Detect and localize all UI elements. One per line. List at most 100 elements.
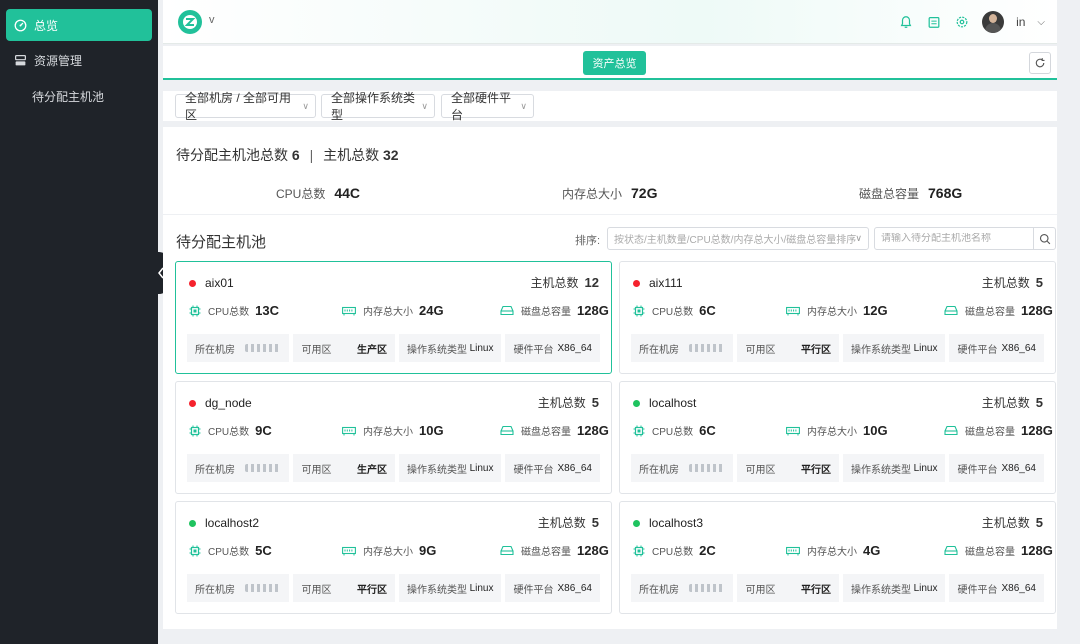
filter-room-zone[interactable]: 全部机房 / 全部可用区 ∨ xyxy=(175,91,316,122)
filter-os-type[interactable]: 全部操作系统类型 ∨ xyxy=(321,91,435,122)
dashboard-icon xyxy=(12,19,28,32)
host-total-label: 主机总数 xyxy=(537,516,586,530)
filter-hardware[interactable]: 全部硬件平台 ∨ xyxy=(441,91,534,122)
chevron-down-icon[interactable]: ⌵ xyxy=(1037,17,1045,28)
os-cell: 操作系统类型 Linux xyxy=(398,574,502,602)
zone-cell: 可用区 生产区 xyxy=(293,454,395,482)
room-value-redacted xyxy=(689,584,726,592)
search-input[interactable] xyxy=(881,233,1021,244)
room-cell: 所在机房 xyxy=(631,334,734,362)
memory-icon xyxy=(342,305,356,317)
host-count-label: 主机总数 xyxy=(323,147,380,163)
os-cell: 操作系统类型 Linux xyxy=(398,454,502,482)
pool-count-value: 6 xyxy=(291,147,300,163)
room-label: 所在机房 xyxy=(639,584,679,596)
host-pool-card[interactable]: dg_node 主机总数 5 CPU总数 9C 内存总大小 10G 磁盘总容量 … xyxy=(175,381,612,494)
sidebar-item-resources[interactable]: 资源管理 xyxy=(6,44,152,76)
room-cell: 所在机房 xyxy=(187,574,290,602)
zone-cell: 可用区 生产区 xyxy=(293,334,395,362)
host-count-value: 32 xyxy=(383,147,399,163)
zone-value: 生产区 xyxy=(356,344,387,356)
pool-title: 待分配主机池 xyxy=(176,234,267,251)
disk-value: 128G xyxy=(1021,303,1053,318)
room-cell: 所在机房 xyxy=(187,454,290,482)
hardware-label: 硬件平台 xyxy=(513,584,554,596)
pool-count-label: 待分配主机池总数 xyxy=(176,147,288,163)
disk-value: 128G xyxy=(1021,543,1053,558)
os-cell: 操作系统类型 Linux xyxy=(842,574,946,602)
zone-label: 可用区 xyxy=(745,584,776,596)
os-value: Linux xyxy=(469,342,494,354)
summary-memory: 内存总大小 72G xyxy=(562,185,657,202)
os-value: Linux xyxy=(913,342,938,354)
cpu-value: 6C xyxy=(699,303,716,318)
host-total: 主机总数 5 xyxy=(982,514,1043,531)
disk-label: 磁盘总容量 xyxy=(965,427,1015,438)
room-cell: 所在机房 xyxy=(631,454,734,482)
cpu-value: 9C xyxy=(255,423,272,438)
hardware-value: X86_64 xyxy=(1001,342,1036,354)
cpu-metric: CPU总数 5C xyxy=(189,543,272,558)
chevron-down-icon: ∨ xyxy=(855,233,862,243)
disk-label: 磁盘总容量 xyxy=(521,307,571,318)
pool-panel: 待分配主机池 排序: 按状态/主机数量/CPU总数/内存总大小/磁盘总容量排序 … xyxy=(163,215,1057,629)
os-value: Linux xyxy=(469,582,494,594)
status-dot xyxy=(189,400,196,407)
search-button[interactable] xyxy=(1033,228,1055,249)
sort-select[interactable]: 按状态/主机数量/CPU总数/内存总大小/磁盘总容量排序 ∨ xyxy=(607,227,869,250)
hardware-value: X86_64 xyxy=(557,582,592,594)
memory-metric: 内存总大小 24G xyxy=(342,303,444,318)
host-total-label: 主机总数 xyxy=(981,516,1030,530)
cpu-value: 13C xyxy=(255,303,279,318)
disk-metric: 磁盘总容量 128G xyxy=(944,303,1053,318)
chevron-down-icon: ∨ xyxy=(421,100,428,111)
cpu-metric: CPU总数 6C xyxy=(633,423,716,438)
memory-value: 10G xyxy=(419,423,444,438)
host-pool-card[interactable]: localhost3 主机总数 5 CPU总数 2C 内存总大小 4G 磁盘总容… xyxy=(619,501,1056,614)
user-name[interactable]: in xyxy=(1016,15,1025,29)
memory-value: 12G xyxy=(863,303,888,318)
room-cell: 所在机房 xyxy=(631,574,734,602)
zone-cell: 可用区 平行区 xyxy=(293,574,395,602)
host-attributes: 所在机房 可用区 生产区 操作系统类型 Linux 硬件平台 X86_64 xyxy=(187,334,600,362)
hardware-cell: 硬件平台 X86_64 xyxy=(949,334,1044,362)
avatar[interactable] xyxy=(982,11,1005,33)
os-label: 操作系统类型 xyxy=(850,344,911,356)
status-dot xyxy=(633,400,640,407)
memory-metric: 内存总大小 12G xyxy=(786,303,888,318)
disk-value: 128G xyxy=(577,543,609,558)
status-dot xyxy=(189,280,196,287)
disk-metric: 磁盘总容量 128G xyxy=(500,543,609,558)
sidebar-item-overview[interactable]: 总览 xyxy=(6,9,152,41)
cpu-metric: CPU总数 9C xyxy=(189,423,272,438)
host-pool-card[interactable]: localhost 主机总数 5 CPU总数 6C 内存总大小 10G 磁盘总容… xyxy=(619,381,1056,494)
cpu-label: CPU总数 xyxy=(208,547,250,558)
tab-asset-overview[interactable]: 资产总览 xyxy=(583,51,646,75)
disk-icon xyxy=(500,545,514,557)
refresh-button[interactable] xyxy=(1029,52,1051,74)
memory-label: 内存总大小 xyxy=(807,307,857,318)
os-value: Linux xyxy=(913,582,938,594)
zone-value: 平行区 xyxy=(800,464,831,476)
summary-title: 待分配主机池总数 6 | 主机总数 32 xyxy=(176,147,399,163)
host-pool-card[interactable]: localhost2 主机总数 5 CPU总数 5C 内存总大小 9G 磁盘总容… xyxy=(175,501,612,614)
settings-icon[interactable] xyxy=(954,14,970,30)
pool-name: aix01 xyxy=(205,276,234,290)
host-pool-card[interactable]: aix01 主机总数 12 CPU总数 13C 内存总大小 24G 磁盘总容量 … xyxy=(175,261,612,374)
pool-name: localhost xyxy=(649,396,697,410)
room-value-redacted xyxy=(689,464,726,472)
bell-icon[interactable] xyxy=(898,14,914,30)
cpu-icon xyxy=(189,545,201,557)
disk-label: 磁盘总容量 xyxy=(965,307,1015,318)
host-attributes: 所在机房 可用区 平行区 操作系统类型 Linux 硬件平台 X86_64 xyxy=(631,574,1044,602)
room-value-redacted xyxy=(245,344,282,352)
memory-value: 10G xyxy=(863,423,888,438)
disk-value: 128G xyxy=(577,303,609,318)
summary-cpu: CPU总数 44C xyxy=(276,185,360,202)
host-total-label: 主机总数 xyxy=(981,276,1030,290)
host-total-value: 5 xyxy=(1035,515,1043,530)
sidebar-subitem-pool[interactable]: 待分配主机池 xyxy=(32,88,104,105)
host-pool-card[interactable]: aix111 主机总数 5 CPU总数 6C 内存总大小 12G 磁盘总容量 1… xyxy=(619,261,1056,374)
calendar-icon[interactable] xyxy=(926,14,942,30)
zone-value: 平行区 xyxy=(800,584,831,596)
